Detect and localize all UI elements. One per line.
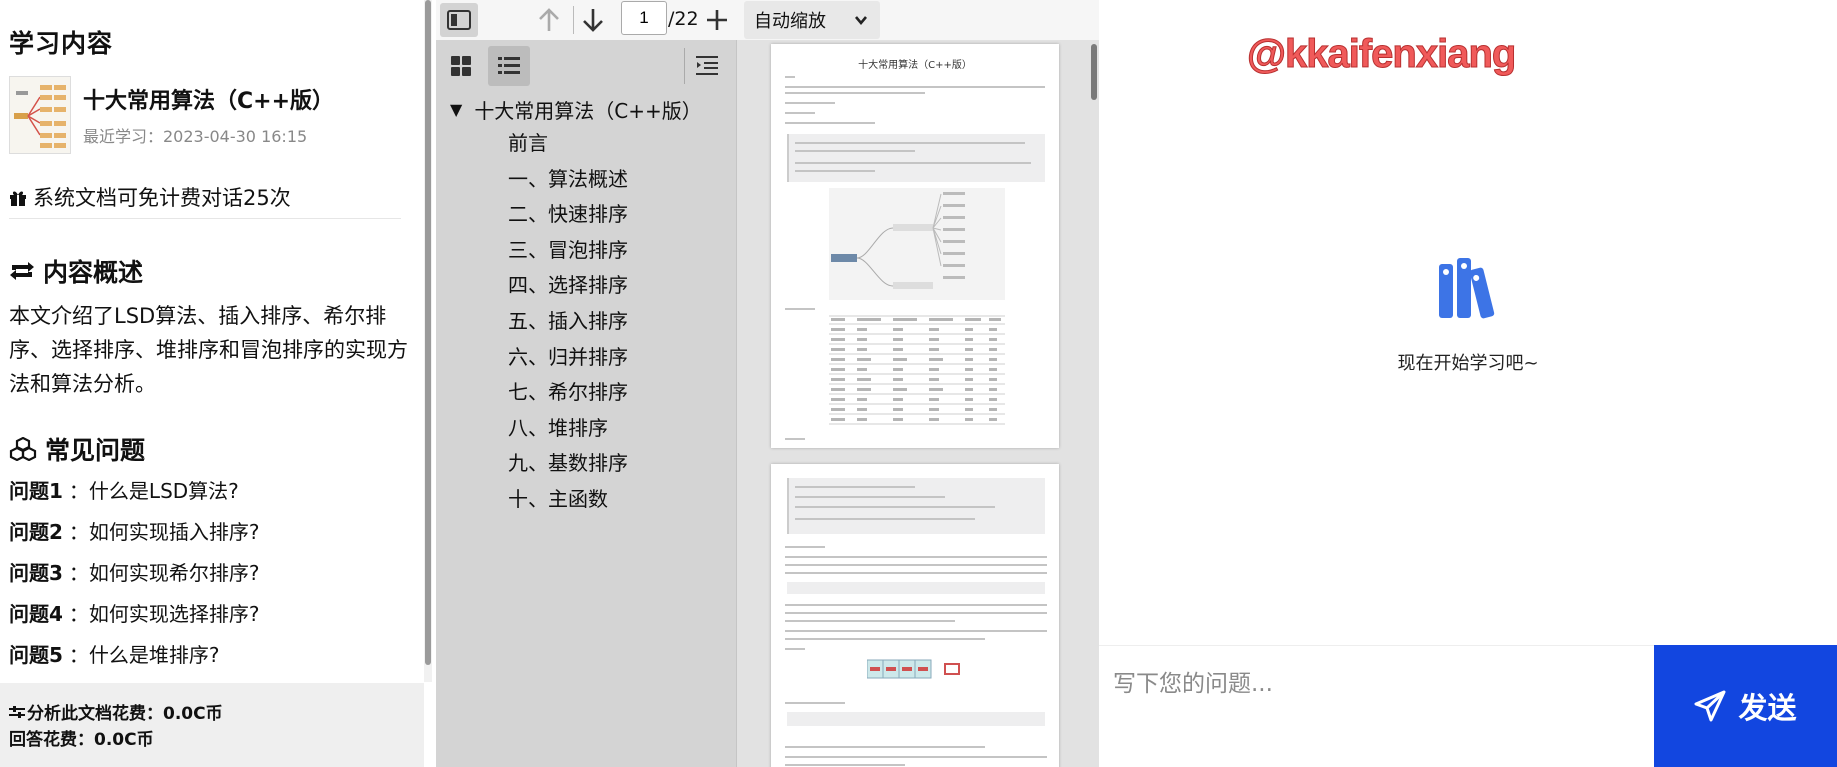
- faq-sep: ：: [68, 602, 89, 626]
- faq-question[interactable]: 如何实现插入排序?: [89, 520, 260, 544]
- gift-icon: [9, 188, 27, 206]
- outline-item[interactable]: 九、基数排序: [436, 446, 736, 482]
- outline-separator: [684, 48, 685, 84]
- zoom-in-button[interactable]: [702, 3, 732, 37]
- zoom-select[interactable]: 自动缩放: [744, 1, 880, 39]
- overview-title: 内容概述: [43, 258, 144, 287]
- previous-page-button[interactable]: [532, 3, 566, 37]
- faq-sep: ：: [68, 643, 89, 667]
- free-dialog-tip: 系统文档可免计费对话25次: [9, 182, 401, 219]
- faq-item[interactable]: 问题4 ：如何实现选择排序?: [9, 602, 414, 626]
- outline-item[interactable]: 五、插入排序: [436, 304, 736, 340]
- faq-item[interactable]: 问题1 ：什么是LSD算法?: [9, 479, 414, 503]
- array-figure: [867, 659, 960, 679]
- section-title: 学习内容: [9, 29, 114, 58]
- collapse-outline-button[interactable]: [686, 46, 728, 86]
- books-icon: [1435, 258, 1499, 326]
- outline-item[interactable]: 七、希尔排序: [436, 375, 736, 411]
- left-scrollbar[interactable]: [424, 0, 432, 682]
- overview-heading: 内容概述: [9, 253, 414, 289]
- faq-sep: ：: [68, 520, 89, 544]
- faq-label: 问题5: [9, 643, 63, 667]
- refresh-icon: [10, 262, 34, 280]
- outline-item[interactable]: 前言: [436, 126, 736, 162]
- chat-panel: @kkaifenxiang 现在开始学习吧~ 发送: [1099, 0, 1837, 767]
- faq-item[interactable]: 问题3 ：如何实现希尔排序?: [9, 561, 414, 585]
- analyze-cost: 分析此文档花费：0.0C币: [9, 701, 415, 727]
- cubes-icon: [9, 437, 37, 461]
- collapse-list-icon: [696, 56, 718, 75]
- expand-triangle-icon[interactable]: ▼: [450, 100, 462, 119]
- outline-item[interactable]: 六、归并排序: [436, 340, 736, 376]
- document-title[interactable]: 十大常用算法（C++版）: [83, 83, 334, 115]
- pdf-page-1: 十大常用算法（C++版）: [771, 44, 1059, 448]
- learning-panel: 学习内容 十大常用算法（C++版） 最近学习：2023-04-30 16:15 …: [0, 0, 432, 767]
- page-1-title: 十大常用算法（C++版）: [858, 60, 972, 71]
- outline-item[interactable]: 一、算法概述: [436, 162, 736, 198]
- faq-question[interactable]: 什么是LSD算法?: [89, 479, 239, 503]
- left-scrollbar-thumb[interactable]: [425, 0, 431, 665]
- last-study-time: 最近学习：2023-04-30 16:15: [83, 127, 308, 146]
- faq-label: 问题4: [9, 602, 63, 626]
- outline-item[interactable]: 三、冒泡排序: [436, 233, 736, 269]
- outline-root-label[interactable]: 十大常用算法（C++版）: [474, 95, 701, 124]
- faq-sep: ：: [68, 561, 89, 585]
- thumbnail-view-button[interactable]: [440, 46, 482, 86]
- paper-plane-icon: [1694, 690, 1726, 722]
- answer-cost: 回答花费：0.0C币: [9, 730, 154, 750]
- faq-title: 常见问题: [45, 436, 146, 465]
- faq-label: 问题3: [9, 561, 63, 585]
- learning-panel-content: 学习内容 十大常用算法（C++版） 最近学习：2023-04-30 16:15 …: [0, 0, 424, 682]
- faq-item[interactable]: 问题2 ：如何实现插入排序?: [9, 520, 414, 544]
- outline-item[interactable]: 十、主函数: [436, 482, 736, 518]
- faq-question[interactable]: 什么是堆排序?: [89, 643, 220, 667]
- next-page-button[interactable]: [576, 3, 610, 37]
- arrow-down-icon: [583, 9, 603, 32]
- question-input[interactable]: [1099, 645, 1654, 767]
- faq-sep: ：: [68, 479, 89, 503]
- sidebar-icon: [447, 10, 471, 30]
- outline-item[interactable]: 八、堆排序: [436, 411, 736, 447]
- faq-label: 问题2: [9, 520, 63, 544]
- sliders-icon: [9, 706, 25, 718]
- zoom-value: 自动缩放: [754, 11, 826, 32]
- pdf-page-2: [771, 464, 1059, 767]
- send-button[interactable]: 发送: [1654, 645, 1837, 767]
- mindmap-figure: [829, 188, 1005, 300]
- faq-label: 问题1: [9, 479, 63, 503]
- empty-state-text: 现在开始学习吧~: [1397, 353, 1539, 374]
- viewer-scrollbar-thumb[interactable]: [1091, 44, 1097, 100]
- outline-toolbar: [436, 40, 736, 92]
- cost-summary: 分析此文档花费：0.0C币 回答花费：0.0C币: [0, 683, 424, 767]
- pdf-viewer: /22 自动缩放: [436, 0, 1099, 767]
- chevron-down-icon: [855, 16, 867, 26]
- document-thumbnail: [9, 76, 71, 154]
- overview-text: 本文介绍了LSD算法、插入排序、希尔排序、选择排序、堆排序和冒泡排序的实现方法和…: [9, 304, 408, 396]
- faq-item[interactable]: 问题5 ：什么是堆排序?: [9, 643, 414, 667]
- outline-root-item[interactable]: ▼ 十大常用算法（C++版）: [436, 92, 736, 126]
- outline-sidebar: ▼ 十大常用算法（C++版） 前言 一、算法概述 二、快速排序 三、冒泡排序 四…: [436, 40, 736, 767]
- faq-question[interactable]: 如何实现希尔排序?: [89, 561, 260, 585]
- document-card[interactable]: 十大常用算法（C++版） 最近学习：2023-04-30 16:15: [9, 76, 414, 154]
- send-label: 发送: [1738, 691, 1797, 725]
- arrow-up-icon: [539, 8, 559, 31]
- free-tip-text: 系统文档可免计费对话25次: [33, 186, 291, 210]
- faq-question[interactable]: 如何实现选择排序?: [89, 602, 260, 626]
- toolbar-separator: [573, 6, 574, 34]
- outline-view-button[interactable]: [488, 46, 530, 86]
- outline-item[interactable]: 二、快速排序: [436, 197, 736, 233]
- page-total: /22: [668, 8, 699, 30]
- analyze-cost-text: 分析此文档花费：0.0C币: [27, 704, 223, 724]
- list-icon: [498, 57, 520, 74]
- viewer-toolbar: /22 自动缩放: [436, 0, 1099, 40]
- pages-area[interactable]: 十大常用算法（C++版）: [736, 40, 1099, 767]
- table-figure: [829, 315, 1005, 425]
- watermark: @kkaifenxiang: [1246, 32, 1516, 77]
- toggle-sidebar-button[interactable]: [440, 3, 478, 37]
- faq-heading: 常见问题: [9, 431, 414, 467]
- page-number-input[interactable]: [621, 1, 667, 35]
- grid-icon: [451, 56, 471, 76]
- plus-icon: [707, 10, 727, 30]
- outline-item[interactable]: 四、选择排序: [436, 268, 736, 304]
